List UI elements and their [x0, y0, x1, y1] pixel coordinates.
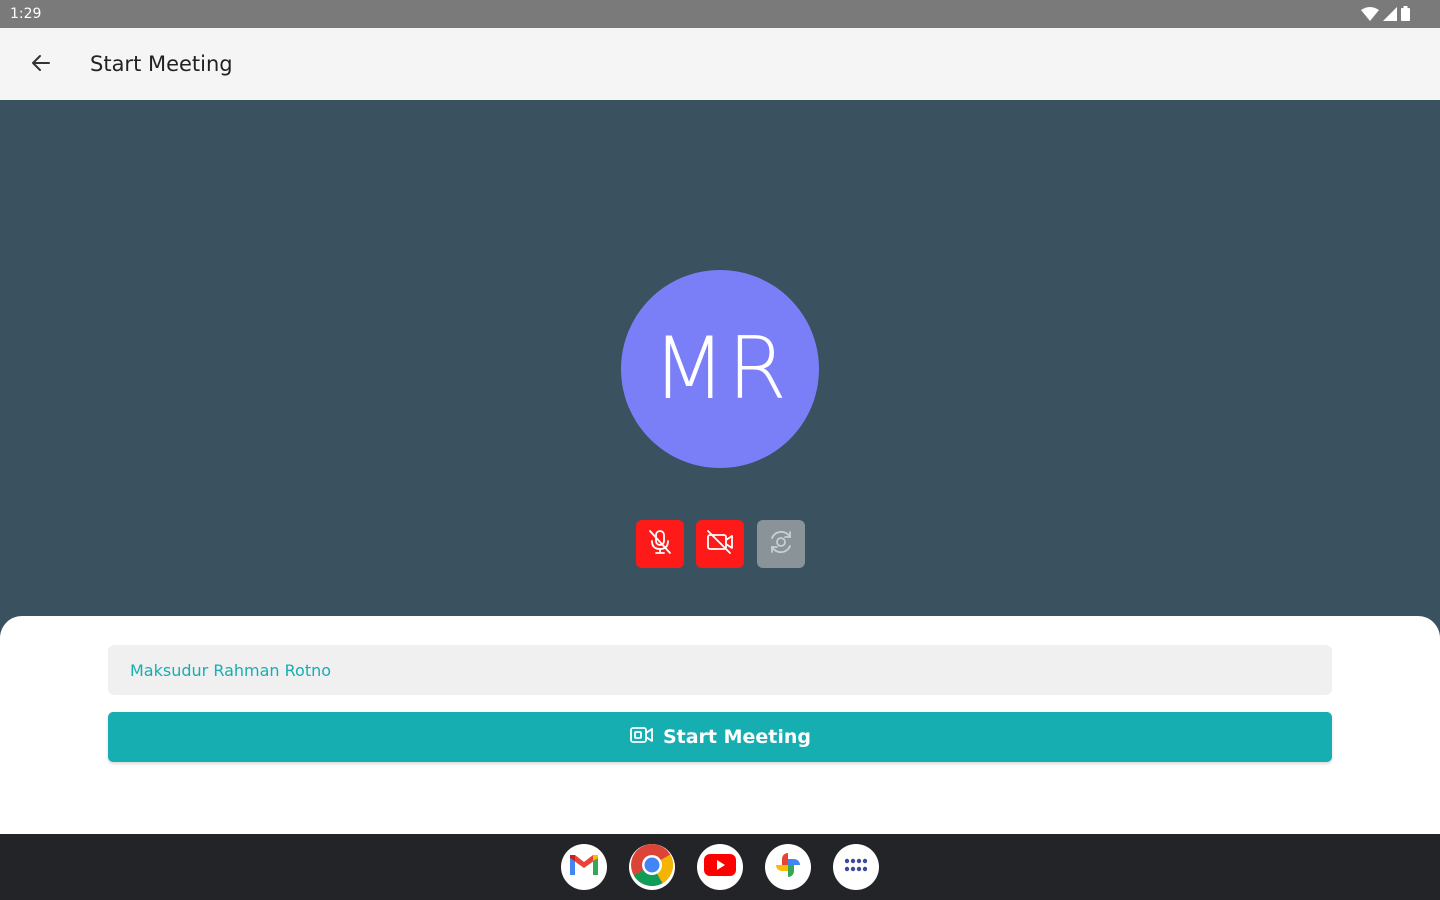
app-dock	[561, 843, 879, 892]
status-time: 1:29	[10, 6, 42, 22]
status-icons	[1361, 6, 1410, 26]
wifi-icon	[1361, 6, 1379, 26]
taskbar	[0, 834, 1440, 900]
photos-button[interactable]	[765, 844, 811, 890]
flip-camera-icon	[765, 526, 797, 563]
signal-icon	[1383, 6, 1397, 26]
mic-off-icon	[645, 527, 675, 562]
arrow-left-icon	[30, 52, 52, 79]
switch-camera-button[interactable]	[757, 520, 805, 568]
meeting-form-sheet: Start Meeting	[0, 616, 1440, 834]
youtube-button[interactable]	[697, 844, 743, 890]
gmail-icon	[568, 853, 600, 882]
back-button[interactable]	[22, 46, 60, 84]
app-bar: Start Meeting	[0, 28, 1440, 100]
video-off-icon	[704, 527, 736, 562]
camera-toggle-button[interactable]	[696, 520, 744, 568]
camera-preview: MR	[0, 100, 1440, 630]
start-meeting-label: Start Meeting	[662, 726, 812, 748]
app-launcher-icon	[844, 857, 868, 878]
avatar-initials: MR	[652, 319, 788, 419]
gmail-button[interactable]	[561, 844, 607, 890]
avatar: MR	[621, 270, 819, 468]
chrome-icon	[630, 843, 674, 892]
page-title: Start Meeting	[90, 52, 233, 76]
video-camera-icon	[629, 725, 655, 750]
status-bar: 1:29	[0, 0, 1440, 28]
photos-icon	[772, 849, 804, 886]
chrome-button[interactable]	[629, 843, 675, 892]
mic-toggle-button[interactable]	[636, 520, 684, 568]
app-launcher-button[interactable]	[833, 844, 879, 890]
name-input[interactable]	[108, 645, 1332, 695]
start-meeting-button[interactable]: Start Meeting	[108, 712, 1332, 762]
youtube-icon	[704, 853, 736, 882]
battery-icon	[1401, 6, 1410, 26]
